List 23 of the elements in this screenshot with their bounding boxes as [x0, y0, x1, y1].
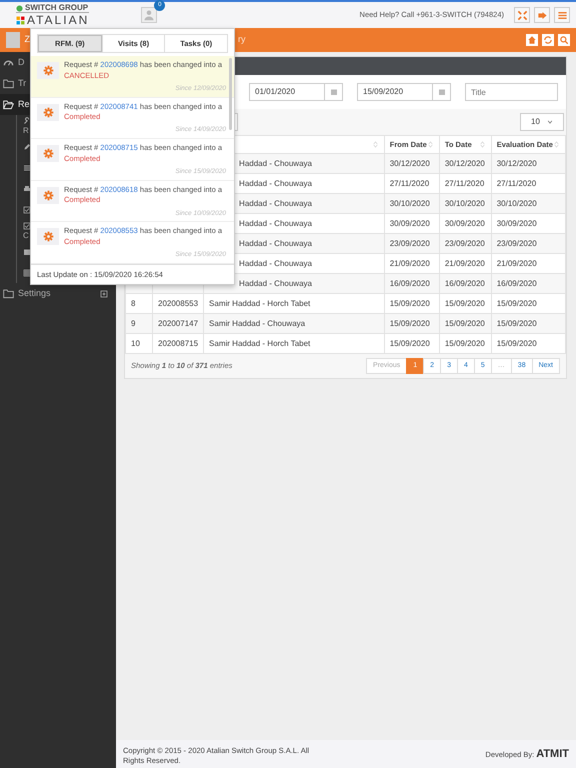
table-cell: 23/09/2020 [384, 234, 440, 254]
brand-name: SWITCH GROUP [25, 4, 88, 12]
table-cell: 16/09/2020 [491, 274, 566, 294]
table-cell: 30/10/2020 [384, 194, 440, 214]
table-cell: 15/09/2020 [491, 314, 566, 334]
table-cell: 16/09/2020 [384, 274, 440, 294]
table-cell: 202007147 [152, 314, 204, 334]
table-cell: 15/09/2020 [439, 314, 492, 334]
table-cell: 30/10/2020 [439, 194, 492, 214]
table-cell: 30/12/2020 [491, 154, 566, 174]
developer-logo: ATMIT [536, 747, 569, 762]
table-cell: 23/09/2020 [439, 234, 492, 254]
table-cell: 30/12/2020 [384, 154, 440, 174]
table-cell: 30/10/2020 [491, 194, 566, 214]
table-cell: 23/09/2020 [491, 234, 566, 254]
table-cell: 15/09/2020 [384, 314, 440, 334]
breadcrumb: ry [238, 33, 246, 46]
brand-title: ATALIAN [27, 14, 90, 26]
table-cell: Samir Haddad - Chouwaya [204, 314, 384, 334]
table-cell: 30/12/2020 [439, 154, 492, 174]
user-name: Z [24, 33, 30, 46]
table-cell: 16/09/2020 [439, 274, 492, 294]
table-cell: 9 [126, 314, 152, 334]
